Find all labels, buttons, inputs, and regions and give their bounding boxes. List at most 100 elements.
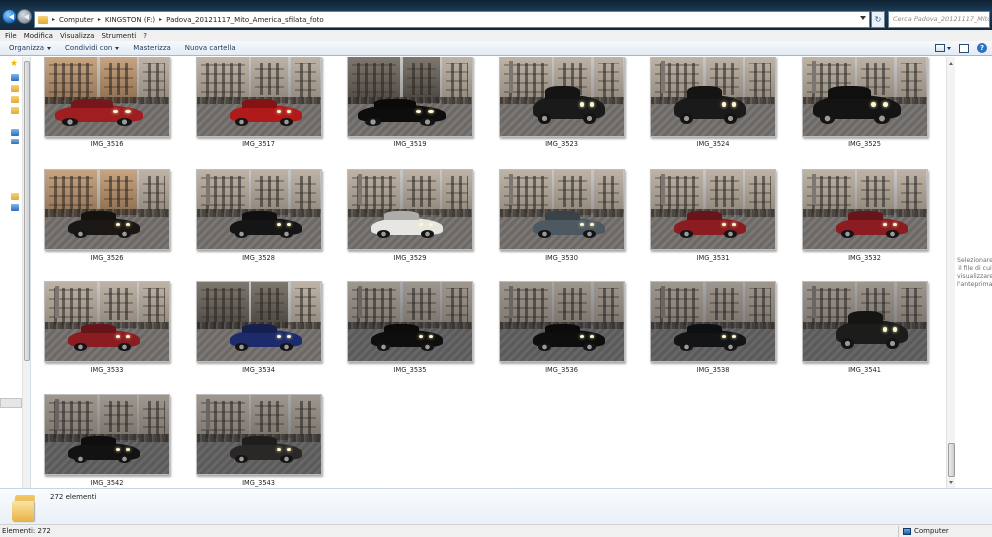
photo-thumbnail[interactable]	[801, 281, 928, 362]
preview-hint: Selezionare il file di cui visualizzare …	[957, 257, 992, 288]
photo-thumbnail[interactable]	[195, 57, 322, 137]
photo-thumbnail[interactable]	[195, 281, 322, 362]
menu-view[interactable]: Visualizza	[60, 32, 98, 40]
file-item[interactable]: IMG_3533	[44, 281, 170, 394]
file-item[interactable]: IMG_3542	[44, 393, 170, 489]
file-item[interactable]: IMG_3516	[44, 57, 170, 169]
file-name: IMG_3519	[393, 140, 427, 148]
file-item[interactable]: IMG_3532	[801, 168, 928, 282]
preview-pane-icon[interactable]	[959, 43, 969, 53]
photo-thumbnail[interactable]	[498, 281, 625, 362]
photo-thumbnail[interactable]	[195, 168, 322, 250]
file-name: IMG_3538	[696, 366, 730, 374]
menu-file[interactable]: File	[5, 32, 21, 40]
computer-drive-icon[interactable]	[11, 193, 19, 200]
search-input[interactable]: Cerca Padova_20121117_Mito...	[888, 11, 990, 28]
photo-thumbnail[interactable]	[801, 57, 928, 137]
photo-thumbnail[interactable]	[801, 168, 928, 250]
file-name: IMG_3536	[545, 366, 578, 374]
file-name: IMG_3534	[242, 366, 275, 374]
file-item[interactable]: IMG_3538	[650, 281, 776, 394]
breadcrumb-folder[interactable]: Padova_20121117_Mito_America_sfilata_fot…	[166, 16, 323, 24]
nav-splitter[interactable]	[0, 398, 22, 408]
photo-thumbnail[interactable]	[44, 168, 170, 250]
details-pane: 272 elementi	[0, 488, 992, 524]
nav-scrollbar-thumb[interactable]	[24, 61, 30, 361]
photo-thumbnail[interactable]	[347, 168, 473, 250]
photo-thumbnail[interactable]	[498, 57, 625, 137]
status-location: Computer	[903, 527, 949, 535]
file-name: IMG_3516	[90, 140, 124, 148]
file-name: IMG_3541	[848, 366, 881, 374]
file-item[interactable]: IMG_3530	[498, 168, 625, 282]
menu-edit[interactable]: Modifica	[24, 32, 57, 40]
library-icon[interactable]	[11, 129, 19, 136]
breadcrumb-drive[interactable]: KINGSTON (F:)	[105, 16, 155, 24]
back-button[interactable]	[2, 9, 17, 24]
new-folder-button[interactable]: Nuova cartella	[185, 44, 236, 52]
file-name: IMG_3530	[545, 253, 578, 262]
photo-thumbnail[interactable]	[347, 57, 473, 137]
file-item[interactable]: IMG_3526	[44, 168, 170, 282]
homegroup-icon[interactable]	[11, 139, 19, 144]
network-icon[interactable]	[11, 204, 19, 211]
menu-help[interactable]: ?	[143, 32, 151, 40]
favorites-star-icon[interactable]: ★	[10, 59, 18, 69]
file-item[interactable]: IMG_3519	[347, 57, 473, 169]
photo-thumbnail[interactable]	[195, 393, 322, 475]
file-item[interactable]: IMG_3529	[347, 168, 473, 282]
view-options-icon[interactable]	[935, 44, 945, 52]
file-name: IMG_3535	[393, 366, 427, 374]
organize-button[interactable]: Organizza	[9, 44, 52, 52]
file-item[interactable]: IMG_3536	[498, 281, 625, 394]
photo-thumbnail[interactable]	[347, 281, 473, 362]
file-item[interactable]: IMG_3531	[650, 168, 776, 282]
photo-thumbnail[interactable]	[44, 281, 170, 362]
folder-icon	[38, 15, 48, 24]
scroll-up-icon[interactable]	[948, 58, 955, 66]
chevron-down-icon[interactable]	[860, 16, 866, 23]
photo-thumbnail[interactable]	[498, 168, 625, 250]
desktop-icon[interactable]	[11, 74, 19, 81]
file-item[interactable]: IMG_3541	[801, 281, 928, 394]
help-icon[interactable]: ?	[977, 43, 987, 53]
file-item[interactable]: IMG_3534	[195, 281, 322, 394]
chevron-right-icon[interactable]: ▸	[52, 16, 55, 23]
refresh-button[interactable]: ↻	[871, 11, 885, 28]
chevron-right-icon[interactable]: ▸	[98, 16, 101, 23]
file-item[interactable]: IMG_3524	[650, 57, 776, 169]
title-bar: ▸ Computer ▸ KINGSTON (F:) ▸ Padova_2012…	[0, 0, 992, 30]
address-bar[interactable]: ▸ Computer ▸ KINGSTON (F:) ▸ Padova_2012…	[34, 11, 870, 28]
file-name: IMG_3543	[242, 478, 275, 487]
scroll-down-icon[interactable]	[948, 479, 955, 487]
library-folder-icon[interactable]	[11, 107, 19, 114]
nav-scrollbar[interactable]	[22, 57, 30, 488]
photo-thumbnail[interactable]	[44, 393, 170, 475]
photo-thumbnail[interactable]	[650, 57, 776, 137]
folder-icon	[12, 495, 36, 521]
caret-down-icon[interactable]	[947, 47, 951, 52]
photo-thumbnail[interactable]	[650, 168, 776, 250]
file-name: IMG_3523	[545, 140, 578, 148]
recent-folder-icon[interactable]	[11, 96, 19, 103]
chevron-right-icon[interactable]: ▸	[159, 16, 162, 23]
status-bar: Elementi: 272 Computer	[0, 524, 992, 537]
forward-button[interactable]	[17, 9, 32, 24]
file-name: IMG_3533	[90, 366, 124, 374]
downloads-folder-icon[interactable]	[11, 85, 19, 92]
file-item[interactable]: IMG_3543	[195, 393, 322, 489]
file-item[interactable]: IMG_3535	[347, 281, 473, 394]
breadcrumb-computer[interactable]: Computer	[59, 16, 94, 24]
burn-button[interactable]: Masterizza	[133, 44, 171, 52]
file-item[interactable]: IMG_3523	[498, 57, 625, 169]
menu-tools[interactable]: Strumenti	[101, 32, 140, 40]
organize-label: Organizza	[9, 44, 45, 52]
photo-thumbnail[interactable]	[650, 281, 776, 362]
file-item[interactable]: IMG_3525	[801, 57, 928, 169]
share-button[interactable]: Condividi con	[65, 44, 120, 52]
photo-thumbnail[interactable]	[44, 57, 170, 137]
file-item[interactable]: IMG_3528	[195, 168, 322, 282]
scrollbar-thumb[interactable]	[948, 443, 955, 477]
file-item[interactable]: IMG_3517	[195, 57, 322, 169]
vertical-scrollbar[interactable]	[946, 57, 955, 488]
